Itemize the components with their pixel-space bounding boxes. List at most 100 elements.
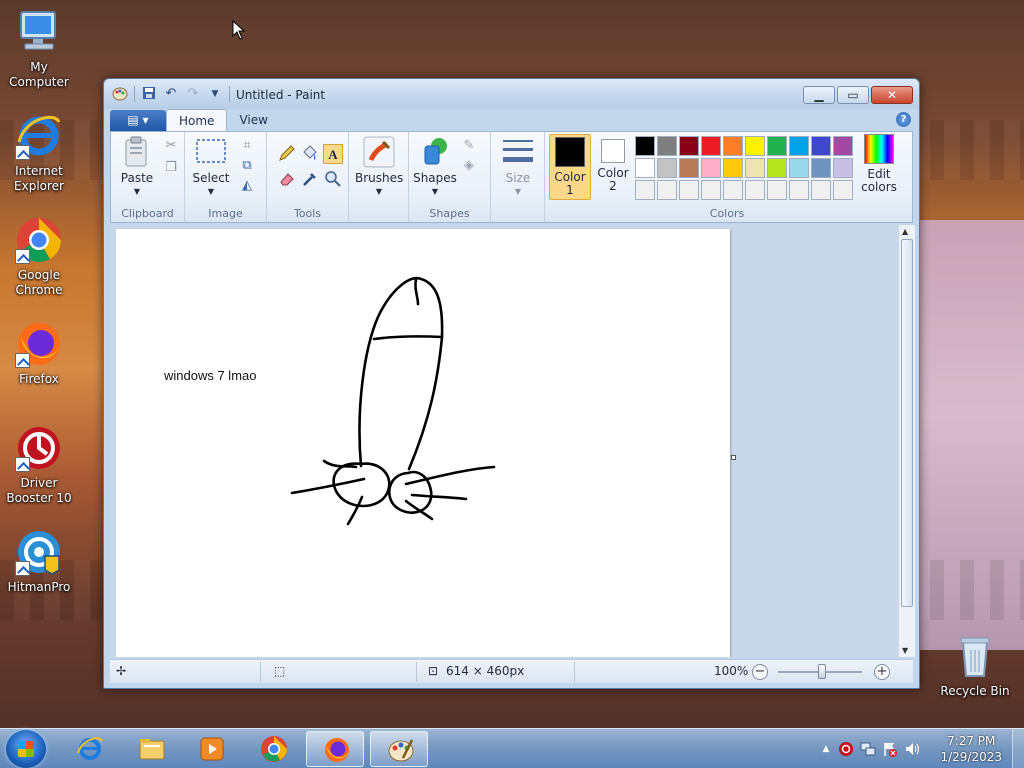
scrollbar-thumb[interactable] [901, 239, 913, 607]
zoom-slider-thumb[interactable] [818, 664, 826, 679]
desktop-icon-google-chrome[interactable]: Google Chrome [0, 216, 78, 298]
tab-home[interactable]: Home [166, 109, 228, 131]
show-hidden-icons-icon[interactable]: ▲ [818, 741, 834, 757]
desktop-icon-hitmanpro[interactable]: HitmanPro [0, 528, 78, 595]
status-divider [574, 662, 575, 682]
brushes-button[interactable]: Brushes ▼ [355, 136, 403, 198]
select-button[interactable]: Select ▼ [191, 136, 231, 198]
undo-icon[interactable]: ↶ [163, 86, 179, 102]
redo-icon[interactable]: ↷ [185, 86, 201, 102]
zoom-out-button[interactable]: − [752, 664, 768, 680]
start-button[interactable] [6, 730, 46, 768]
desktop-icon-internet-explorer[interactable]: Internet Explorer [0, 112, 78, 194]
palette-swatch[interactable] [833, 158, 853, 178]
palette-swatch[interactable] [657, 158, 677, 178]
desktop-icon-recycle-bin[interactable]: Recycle Bin [936, 632, 1014, 699]
tab-view[interactable]: View [227, 109, 279, 131]
palette-swatch[interactable] [767, 136, 787, 156]
palette-swatch[interactable] [811, 180, 831, 200]
palette-swatch[interactable] [723, 158, 743, 178]
title-bar[interactable]: ↶ ↷ ▼ Untitled - Paint ▁ ▭ ✕ [104, 79, 919, 109]
palette-swatch[interactable] [701, 158, 721, 178]
canvas-resize-handle[interactable] [731, 455, 736, 460]
cut-icon[interactable]: ✂ [161, 136, 181, 156]
taskbar-google-chrome[interactable] [244, 731, 302, 767]
scroll-up-icon[interactable]: ▲ [902, 227, 908, 236]
desktop-icon-firefox[interactable]: Firefox [0, 320, 78, 387]
palette-swatch[interactable] [679, 136, 699, 156]
network-icon[interactable] [860, 741, 876, 757]
rotate-icon[interactable]: ◭ [237, 176, 257, 196]
show-desktop-button[interactable] [1012, 729, 1024, 768]
driver-booster-tray-icon[interactable] [838, 741, 854, 757]
taskbar-media-player[interactable] [182, 731, 240, 767]
eraser-icon[interactable] [277, 170, 297, 190]
scroll-down-icon[interactable]: ▼ [902, 646, 908, 655]
size-button[interactable]: Size ▼ [496, 136, 540, 198]
palette-swatch[interactable] [635, 158, 655, 178]
palette-swatch[interactable] [789, 136, 809, 156]
text-tool-icon[interactable]: A [323, 144, 343, 164]
palette-swatch[interactable] [723, 180, 743, 200]
palette-swatch[interactable] [833, 136, 853, 156]
fill-style-icon[interactable]: ◈ [459, 156, 479, 176]
resize-icon[interactable]: ⧉ [237, 156, 257, 176]
palette-swatch[interactable] [833, 180, 853, 200]
taskbar-internet-explorer[interactable] [60, 731, 118, 767]
palette-swatch[interactable] [635, 136, 655, 156]
taskbar: ▲ 7:27 PM 1/29/2023 [0, 728, 1024, 768]
palette-swatch[interactable] [723, 136, 743, 156]
palette-swatch[interactable] [679, 180, 699, 200]
palette-swatch[interactable] [745, 180, 765, 200]
paste-button[interactable]: Paste ▼ [117, 136, 157, 198]
palette-swatch[interactable] [789, 158, 809, 178]
drawing-canvas[interactable]: windows 7 lmao [116, 229, 730, 657]
color2-button[interactable]: Color 2 [593, 136, 633, 193]
minimize-button[interactable]: ▁ [803, 86, 835, 104]
help-icon[interactable]: ? [896, 112, 911, 127]
desktop-icon-my-computer[interactable]: My Computer [0, 8, 78, 90]
fill-icon[interactable] [300, 144, 320, 164]
palette-swatch[interactable] [767, 180, 787, 200]
palette-swatch[interactable] [701, 136, 721, 156]
palette-swatch[interactable] [745, 136, 765, 156]
taskbar-clock[interactable]: 7:27 PM 1/29/2023 [940, 733, 1002, 765]
hitmanpro-icon [15, 528, 63, 576]
palette-swatch[interactable] [635, 180, 655, 200]
volume-icon[interactable] [904, 741, 920, 757]
desktop-icon-driver-booster[interactable]: Driver Booster 10 [0, 424, 78, 506]
palette-swatch[interactable] [657, 180, 677, 200]
save-icon[interactable] [141, 86, 157, 102]
palette-swatch[interactable] [701, 180, 721, 200]
palette-swatch[interactable] [767, 158, 787, 178]
zoom-in-button[interactable]: + [874, 664, 890, 680]
palette-swatch[interactable] [657, 136, 677, 156]
outline-icon[interactable]: ✎ [459, 136, 479, 156]
taskbar-windows-explorer[interactable] [122, 731, 180, 767]
copy-icon[interactable]: ❐ [161, 158, 181, 178]
palette-swatch[interactable] [745, 158, 765, 178]
paste-icon [121, 136, 153, 168]
taskbar-paint[interactable] [370, 731, 428, 767]
edit-colors-button[interactable]: Edit colors [857, 134, 901, 194]
customize-toolbar-icon[interactable]: ▼ [207, 86, 223, 102]
palette-swatch[interactable] [679, 158, 699, 178]
color1-button[interactable]: Color 1 [549, 134, 591, 200]
palette-swatch[interactable] [811, 158, 831, 178]
crop-icon[interactable]: ⌗ [237, 136, 257, 156]
firefox-icon [15, 320, 63, 368]
action-center-icon[interactable] [882, 741, 898, 757]
palette-swatch[interactable] [811, 136, 831, 156]
pencil-icon[interactable] [277, 144, 297, 164]
taskbar-firefox[interactable] [306, 731, 364, 767]
magnifier-icon[interactable] [323, 170, 343, 190]
palette-swatch[interactable] [789, 180, 809, 200]
file-menu-button[interactable]: ▤ ▾ [110, 110, 166, 131]
vertical-scrollbar[interactable]: ▲ ▼ [898, 225, 915, 657]
toolbar-separator [229, 86, 230, 102]
color-picker-icon[interactable] [300, 170, 320, 190]
maximize-button[interactable]: ▭ [837, 86, 869, 104]
close-button[interactable]: ✕ [871, 86, 913, 104]
shapes-button[interactable]: Shapes ▼ [413, 136, 457, 198]
paint-app-icon[interactable] [112, 86, 128, 102]
